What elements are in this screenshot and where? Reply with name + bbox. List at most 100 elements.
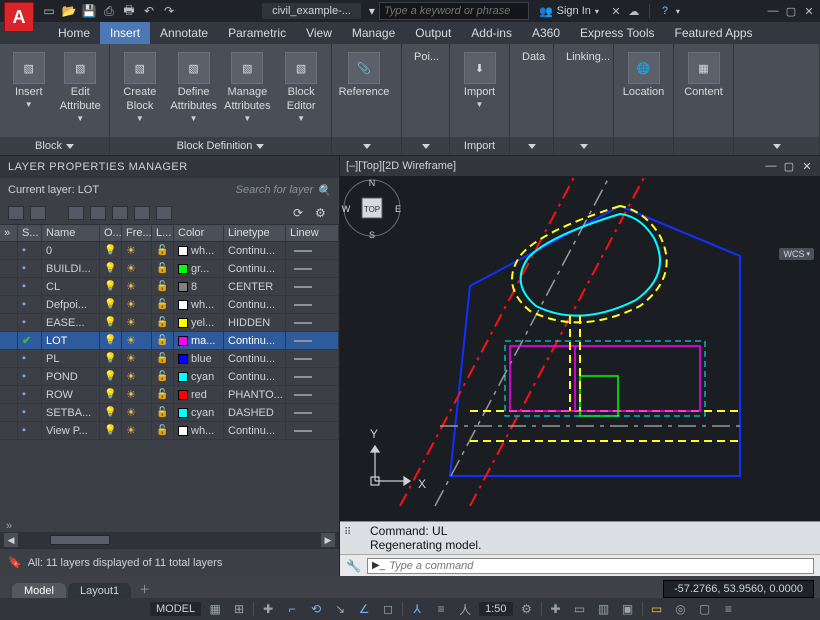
layer-linetype[interactable]: Continu... <box>224 242 286 259</box>
refresh-icon[interactable]: ⟳ <box>293 206 309 220</box>
scroll-thumb[interactable] <box>50 535 110 545</box>
quickprops-icon[interactable]: ▣ <box>618 600 638 618</box>
layer-row[interactable]: ⬩Defpoi...💡☀🔓wh...Continu... <box>0 296 339 314</box>
layer-row[interactable]: ⬩EASE...💡☀🔓yel...HIDDEN <box>0 314 339 332</box>
layer-color[interactable]: wh... <box>174 296 224 313</box>
layer-row[interactable]: ✔LOT💡☀🔓ma...Continu... <box>0 332 339 350</box>
new-layer-icon[interactable] <box>90 206 106 220</box>
layer-on-icon[interactable]: 💡 <box>100 368 122 385</box>
layer-color[interactable]: yel... <box>174 314 224 331</box>
delete-layer-icon[interactable] <box>134 206 150 220</box>
layer-name[interactable]: 0 <box>42 242 100 259</box>
layer-name[interactable]: PL <box>42 350 100 367</box>
layer-linetype[interactable]: DASHED <box>224 404 286 421</box>
new-icon[interactable]: ▭ <box>42 4 56 18</box>
layer-lineweight[interactable] <box>286 332 339 349</box>
lineweight-icon[interactable]: ≡ <box>431 600 451 618</box>
layer-row[interactable]: ⬩CL💡☀🔓8CENTER <box>0 278 339 296</box>
layer-color[interactable]: cyan <box>174 368 224 385</box>
layer-name[interactable]: SETBA... <box>42 404 100 421</box>
layer-linetype[interactable]: Continu... <box>224 296 286 313</box>
layer-freeze-icon[interactable]: ☀ <box>122 404 152 421</box>
ribbon-tab-a360[interactable]: A360 <box>522 22 570 44</box>
layer-on-icon[interactable]: 💡 <box>100 422 122 439</box>
layer-color[interactable]: 8 <box>174 278 224 295</box>
model-space-toggle[interactable]: MODEL <box>150 602 201 616</box>
layer-lineweight[interactable] <box>286 260 339 277</box>
transparency-icon[interactable]: 人 <box>455 600 475 618</box>
units-icon[interactable]: ▥ <box>594 600 614 618</box>
snap-icon[interactable]: ⊞ <box>229 600 249 618</box>
layer-lock-icon[interactable]: 🔓 <box>152 386 174 403</box>
layer-freeze-icon[interactable]: ☀ <box>122 386 152 403</box>
layer-row[interactable]: ⬩POND💡☀🔓cyanContinu... <box>0 368 339 386</box>
panel-pointcloud-title[interactable] <box>402 137 449 155</box>
layer-color[interactable]: wh... <box>174 422 224 439</box>
dynamic-input-icon[interactable]: ⌐ <box>282 600 302 618</box>
cmd-grip-icon[interactable]: ⠿ <box>344 526 352 540</box>
app-logo[interactable]: A <box>4 2 34 32</box>
help-search-input[interactable] <box>380 5 531 17</box>
blockdef-btn-0[interactable]: ▧CreateBlock▼ <box>116 48 164 123</box>
sheet-tab-add[interactable]: ＋ <box>133 579 156 599</box>
layer-freeze-icon[interactable]: ☀ <box>122 260 152 277</box>
layer-linetype[interactable]: Continu... <box>224 422 286 439</box>
layer-color[interactable]: blue <box>174 350 224 367</box>
layer-on-icon[interactable]: 💡 <box>100 386 122 403</box>
help-search[interactable] <box>379 2 529 20</box>
layer-freeze-icon[interactable]: ☀ <box>122 278 152 295</box>
layer-freeze-icon[interactable]: ☀ <box>122 314 152 331</box>
layer-row[interactable]: ⬩View P...💡☀🔓wh...Continu... <box>0 422 339 440</box>
help-icon[interactable]: ? <box>658 4 672 18</box>
pointcloud-button[interactable]: Poi... <box>406 46 447 68</box>
layer-lock-icon[interactable]: 🔓 <box>152 350 174 367</box>
signin-area[interactable]: 👥 Sign In ▾ <box>539 5 599 18</box>
blockdef-btn-2[interactable]: ▧ManageAttributes▼ <box>224 48 272 123</box>
col-lineweight[interactable]: Linew <box>286 225 339 241</box>
filter-icon[interactable]: 🔖 <box>8 556 22 569</box>
close-icon[interactable]: ✕ <box>802 4 816 18</box>
grid-icon[interactable]: ▦ <box>205 600 225 618</box>
layer-lineweight[interactable] <box>286 368 339 385</box>
settings-icon[interactable]: ⚙ <box>315 206 331 220</box>
col-name[interactable]: Name <box>42 225 100 241</box>
layer-row[interactable]: ⬩0💡☀🔓wh...Continu... <box>0 242 339 260</box>
layer-row[interactable]: ⬩PL💡☀🔓blueContinu... <box>0 350 339 368</box>
clean-screen-icon[interactable]: ▢ <box>695 600 715 618</box>
layer-row[interactable]: ⬩ROW💡☀🔓redPHANTO... <box>0 386 339 404</box>
layer-name[interactable]: CL <box>42 278 100 295</box>
layer-lock-icon[interactable]: 🔓 <box>152 314 174 331</box>
isolate-icon[interactable]: ◎ <box>671 600 691 618</box>
layer-on-icon[interactable]: 💡 <box>100 314 122 331</box>
layer-freeze-icon[interactable]: ☀ <box>122 296 152 313</box>
scroll-right-icon[interactable]: ▶ <box>321 533 335 547</box>
layer-linetype[interactable]: Continu... <box>224 350 286 367</box>
set-current-icon[interactable] <box>156 206 172 220</box>
layer-lock-icon[interactable]: 🔓 <box>152 332 174 349</box>
viewport-label[interactable]: [–][Top][2D Wireframe] <box>346 160 456 172</box>
ribbon-tab-add-ins[interactable]: Add-ins <box>461 22 522 44</box>
layer-lineweight[interactable] <box>286 278 339 295</box>
layer-freeze-icon[interactable]: ☀ <box>122 350 152 367</box>
gear-icon[interactable]: ⚙ <box>517 600 537 618</box>
command-input[interactable]: ▶_ Type a command <box>367 558 814 574</box>
layer-freeze-icon[interactable]: ☀ <box>122 332 152 349</box>
otrack-icon[interactable]: ⅄ <box>407 600 427 618</box>
col-lock[interactable]: L... <box>152 225 174 241</box>
layer-row[interactable]: ⬩SETBA...💡☀🔓cyanDASHED <box>0 404 339 422</box>
panel-import-title[interactable]: Import <box>450 137 509 155</box>
location-button[interactable]: 🌐Location <box>620 48 667 98</box>
customize-icon[interactable]: 🔧 <box>346 559 361 573</box>
layer-name[interactable]: LOT <box>42 332 100 349</box>
panel-blockdef-title[interactable]: Block Definition <box>110 137 331 155</box>
layer-name[interactable]: EASE... <box>42 314 100 331</box>
layer-lock-icon[interactable]: 🔓 <box>152 296 174 313</box>
layer-name[interactable]: View P... <box>42 422 100 439</box>
layer-lock-icon[interactable]: 🔓 <box>152 278 174 295</box>
layer-name[interactable]: ROW <box>42 386 100 403</box>
ribbon-tab-insert[interactable]: Insert <box>100 22 150 44</box>
layer-lineweight[interactable] <box>286 422 339 439</box>
annotation-scale[interactable]: 1:50 <box>479 602 512 616</box>
viewport-close-icon[interactable]: ✕ <box>800 159 814 173</box>
collapse-handle[interactable]: » <box>0 520 339 532</box>
